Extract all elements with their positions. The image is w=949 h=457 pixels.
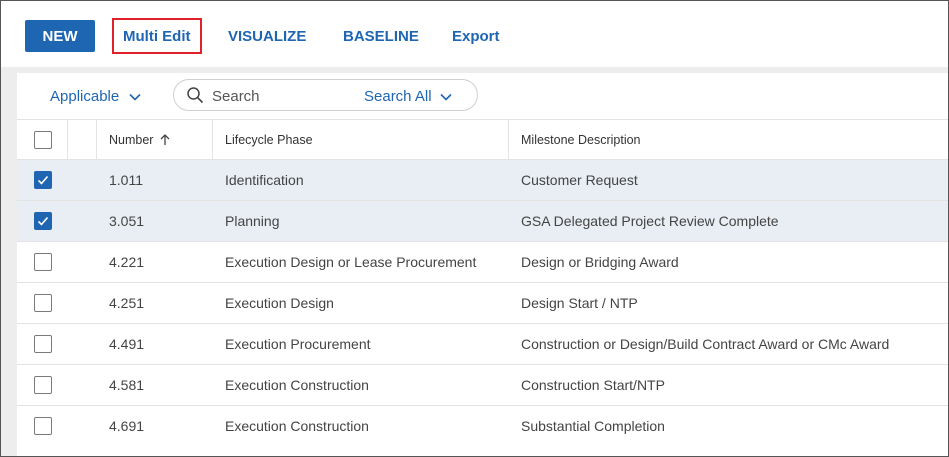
baseline-button[interactable]: BASELINE <box>343 20 419 52</box>
cell-number: 1.011 <box>109 172 143 188</box>
row-checkbox[interactable] <box>34 376 52 394</box>
applicable-label: Applicable <box>50 87 120 105</box>
cell-number: 4.221 <box>109 254 145 270</box>
column-divider <box>67 120 68 159</box>
cell-milestone-description: Substantial Completion <box>521 418 665 434</box>
new-button[interactable]: NEW <box>25 20 95 52</box>
visualize-button[interactable]: VISUALIZE <box>228 20 306 52</box>
toolbar: NEW Multi Edit VISUALIZE BASELINE Export <box>1 1 948 67</box>
cell-lifecycle-phase: Identification <box>225 172 304 188</box>
cell-milestone-description: Design or Bridging Award <box>521 254 679 270</box>
row-checkbox[interactable] <box>34 417 52 435</box>
search-box: Search All <box>173 79 478 111</box>
row-checkbox[interactable] <box>34 335 52 353</box>
filter-bar: Applicable Search All <box>17 73 948 119</box>
cell-milestone-description: Design Start / NTP <box>521 295 638 311</box>
chevron-down-icon <box>129 88 141 105</box>
search-icon[interactable] <box>186 86 204 104</box>
grid-panel: Applicable Search All <box>17 73 948 456</box>
app-frame: NEW Multi Edit VISUALIZE BASELINE Export… <box>0 0 949 457</box>
cell-number: 4.251 <box>109 295 145 311</box>
search-scope-dropdown[interactable]: Search All <box>364 85 452 107</box>
table-row[interactable]: 4.221 Execution Design or Lease Procureme… <box>17 241 948 282</box>
chevron-down-icon <box>439 88 452 105</box>
cell-number: 3.051 <box>109 213 145 229</box>
table-row[interactable]: 1.011 Identification Customer Request <box>17 159 948 200</box>
cell-lifecycle-phase: Execution Construction <box>225 377 369 393</box>
table-row[interactable]: 4.251 Execution Design Design Start / NTP <box>17 282 948 323</box>
cell-lifecycle-phase: Execution Construction <box>225 418 369 434</box>
column-header-label: Number <box>109 132 154 147</box>
applicable-dropdown[interactable]: Applicable <box>50 84 141 108</box>
cell-lifecycle-phase: Execution Design <box>225 295 334 311</box>
column-header-number[interactable]: Number <box>109 120 170 159</box>
checkmark-icon <box>37 216 49 226</box>
cell-number: 4.581 <box>109 377 145 393</box>
cell-milestone-description: GSA Delegated Project Review Complete <box>521 213 779 229</box>
cell-milestone-description: Construction Start/NTP <box>521 377 665 393</box>
column-divider <box>212 120 213 159</box>
table-body: 1.011 Identification Customer Request 3.051… <box>17 159 948 446</box>
column-divider <box>508 120 509 159</box>
export-button[interactable]: Export <box>452 20 500 52</box>
cell-milestone-description: Construction or Design/Build Contract Aw… <box>521 336 890 352</box>
search-scope-label: Search All <box>364 87 432 105</box>
row-checkbox[interactable] <box>34 294 52 312</box>
cell-number: 4.491 <box>109 336 145 352</box>
select-all-checkbox[interactable] <box>34 131 52 149</box>
cell-milestone-description: Customer Request <box>521 172 638 188</box>
cell-lifecycle-phase: Execution Procurement <box>225 336 371 352</box>
milestones-table: Number Lifecycle Phase Milestone Descrip… <box>17 119 948 446</box>
column-divider <box>96 120 97 159</box>
table-row[interactable]: 4.581 Execution Construction Construction … <box>17 364 948 405</box>
row-checkbox[interactable] <box>34 171 52 189</box>
row-checkbox[interactable] <box>34 253 52 271</box>
cell-lifecycle-phase: Execution Design or Lease Procurement <box>225 254 477 270</box>
table-row[interactable]: 4.691 Execution Construction Substantial C… <box>17 405 948 446</box>
column-header-lifecycle-phase[interactable]: Lifecycle Phase <box>225 120 313 159</box>
search-input[interactable] <box>210 84 364 108</box>
table-row[interactable]: 4.491 Execution Procurement Construction o… <box>17 323 948 364</box>
multi-edit-button[interactable]: Multi Edit <box>112 18 202 54</box>
checkmark-icon <box>37 175 49 185</box>
cell-lifecycle-phase: Planning <box>225 213 280 229</box>
table-header-row: Number Lifecycle Phase Milestone Descrip… <box>17 119 948 159</box>
cell-number: 4.691 <box>109 418 145 434</box>
row-checkbox[interactable] <box>34 212 52 230</box>
column-header-milestone-description[interactable]: Milestone Description <box>521 120 641 159</box>
table-row[interactable]: 3.051 Planning GSA Delegated Project Revie… <box>17 200 948 241</box>
arrow-up-icon <box>160 133 170 146</box>
